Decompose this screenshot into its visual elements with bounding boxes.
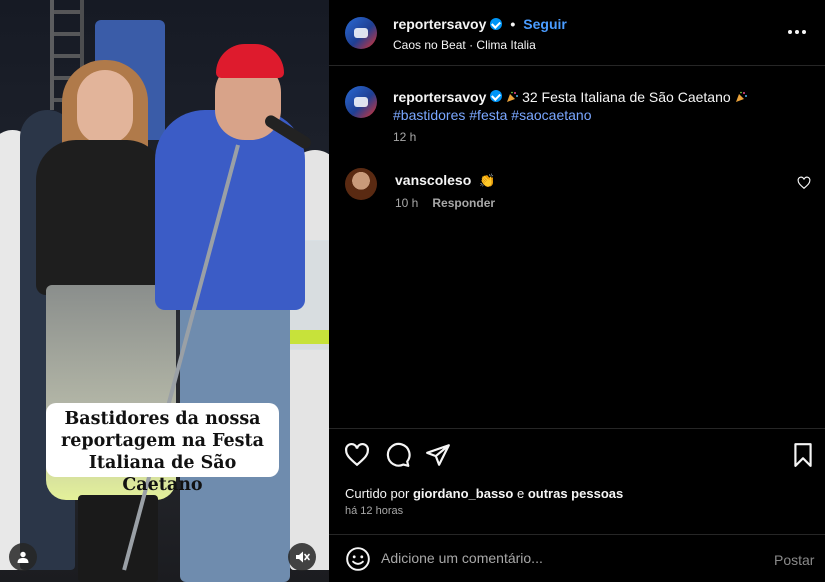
verified-badge-icon [490, 90, 503, 102]
more-options-button[interactable] [785, 22, 809, 42]
caption-text: 32 Festa Italiana de São Caetano [522, 89, 731, 105]
share-paper-plane-icon[interactable] [425, 442, 451, 468]
man-figure-red-cap [216, 44, 284, 78]
verified-badge-icon [490, 18, 503, 30]
caption-text-block: reportersavoy 32 Festa Italiana de São C… [393, 88, 803, 124]
caption-username[interactable]: reportersavoy [393, 89, 486, 105]
like-heart-icon[interactable] [344, 442, 370, 468]
comment-bubble-icon[interactable] [385, 442, 411, 468]
comment-composer: Postar [329, 534, 825, 582]
comment-like-heart-icon[interactable] [797, 176, 811, 190]
caption-line: Bastidores da nossa [64, 409, 261, 429]
man-figure-body [155, 110, 305, 310]
liked-by-others[interactable]: outras pessoas [528, 486, 623, 501]
comment-input[interactable] [381, 547, 751, 569]
reply-button[interactable]: Responder [432, 196, 495, 210]
save-bookmark-icon[interactable] [790, 442, 816, 468]
commenter-username[interactable]: vanscoleso [395, 172, 471, 188]
party-popper-icon [735, 91, 747, 102]
speaker-muted-icon [296, 551, 310, 563]
author-username[interactable]: reportersavoy [393, 16, 486, 32]
video-caption-overlay: Bastidores da nossa reportagem na Festa … [46, 403, 279, 495]
comment-time[interactable]: 10 h [395, 196, 418, 210]
comment-item: vanscoleso 👏 10 h Responder [345, 168, 815, 218]
caption-line: Italiana de São Caetano [88, 453, 237, 495]
location-link[interactable]: Clima Italia [476, 38, 535, 52]
liked-by-summary: Curtido por giordano_basso e outras pess… [345, 486, 623, 501]
woman-figure-legs [78, 495, 158, 582]
woman-figure-face [77, 70, 133, 144]
post-video[interactable]: Bastidores da nossa reportagem na Festa … [0, 0, 329, 582]
mute-toggle-button[interactable] [288, 543, 316, 571]
emoji-smiley-icon[interactable] [345, 546, 371, 572]
post-header: reportersavoy • Seguir Caos no Beat · Cl… [329, 0, 825, 66]
caption-author-avatar[interactable] [345, 86, 377, 118]
header-subline: Caos no Beat · Clima Italia [393, 38, 536, 52]
user-tag-icon [17, 551, 29, 563]
caption-line: reportagem na Festa [61, 431, 264, 451]
more-options-icon [788, 30, 806, 34]
party-popper-icon [507, 91, 519, 102]
follow-button[interactable]: Seguir [523, 16, 567, 32]
caption-hashtags[interactable]: #bastidores #festa #saocaetano [393, 107, 591, 123]
liked-by-prefix: Curtido por [345, 486, 410, 501]
liked-by-conj: e [516, 486, 525, 501]
caption-time[interactable]: 12 h [393, 130, 416, 144]
clapping-hands-emoji: 👏 [479, 174, 496, 189]
comment-meta: 10 h Responder [395, 196, 495, 210]
comment-header: vanscoleso 👏 [395, 172, 495, 189]
post-detail-panel: reportersavoy • Seguir Caos no Beat · Cl… [329, 0, 825, 582]
header-user-line: reportersavoy • Seguir [393, 16, 567, 32]
subline-separator: · [469, 38, 474, 52]
audio-link[interactable]: Caos no Beat [393, 38, 466, 52]
commenter-avatar[interactable] [345, 168, 377, 200]
post-timestamp[interactable]: há 12 horas [345, 505, 403, 517]
tagged-users-button[interactable] [9, 543, 37, 571]
post-comment-button[interactable]: Postar [774, 552, 814, 568]
author-avatar[interactable] [345, 17, 377, 49]
separator-dot: • [510, 16, 516, 32]
liked-by-user[interactable]: giordano_basso [413, 486, 513, 501]
woman-figure-body [36, 140, 166, 295]
